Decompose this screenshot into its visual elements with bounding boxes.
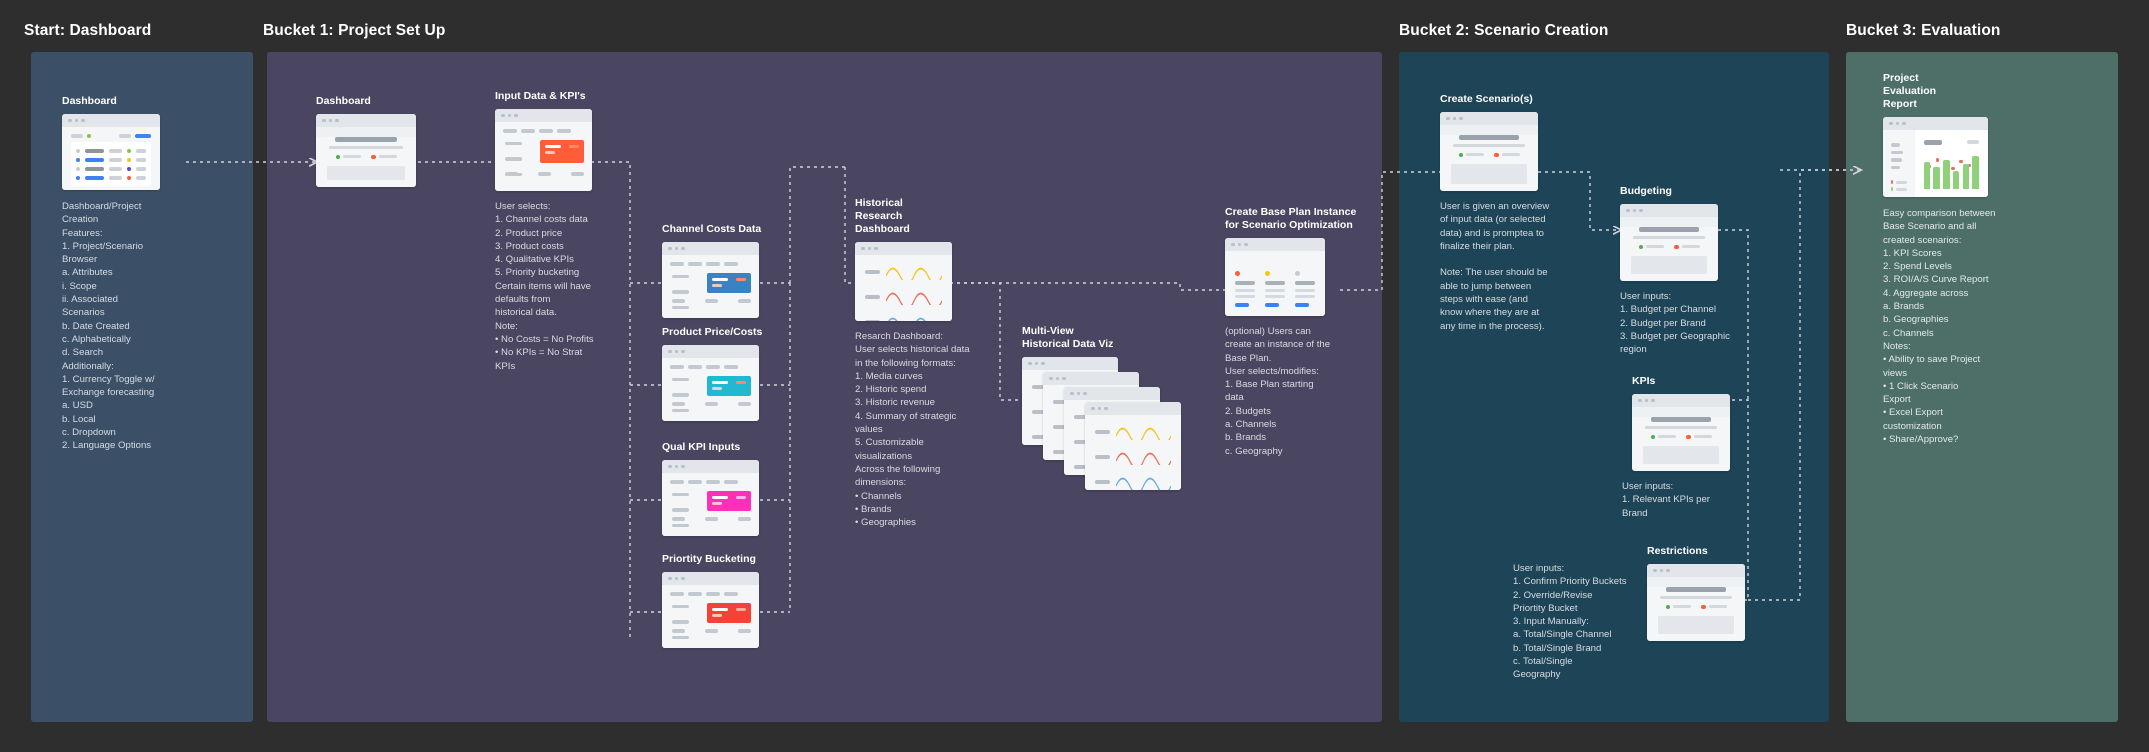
node-create-base-plan[interactable]: Create Base Plan Instance for Scenario O… xyxy=(1225,206,1375,458)
node-qual-kpi-inputs[interactable]: Qual KPI Inputs xyxy=(662,441,759,536)
node-title: Channel Costs Data xyxy=(662,223,762,235)
node-body-text: User inputs: 1. Relevant KPIs per Brand xyxy=(1622,481,1710,519)
node-title: Historical Research Dashboard xyxy=(855,197,910,235)
flowchart-canvas: Start: Dashboard Bucket 1: Project Set U… xyxy=(0,0,2149,752)
node-title: Product Price/Costs xyxy=(662,326,763,338)
dashboard-mock xyxy=(316,114,416,187)
node-start-dashboard[interactable]: Dashboard Dashboard/Project Creation Fea… xyxy=(62,95,230,453)
channel-costs-mock xyxy=(662,242,759,318)
window-controls xyxy=(62,114,160,127)
stacked-window-4 xyxy=(1085,402,1181,490)
node-title: KPIs xyxy=(1632,375,1656,387)
node-title: Input Data & KPI's xyxy=(495,90,586,102)
column-header-bucket-3: Bucket 3: Evaluation xyxy=(1846,22,2001,39)
budgeting-mock xyxy=(1620,204,1718,281)
priority-bucketing-mock xyxy=(662,572,759,648)
column-header-bucket-2: Bucket 2: Scenario Creation xyxy=(1399,22,1609,39)
window-controls xyxy=(495,109,592,122)
window-controls xyxy=(316,114,416,127)
node-budgeting[interactable]: Budgeting User inputs: 1. Budget per Cha… xyxy=(1620,185,1770,356)
node-title: Qual KPI Inputs xyxy=(662,441,741,453)
node-body-text: Dashboard/Project Creation Features: 1. … xyxy=(62,201,155,452)
node-title: Multi-View Historical Data Viz xyxy=(1022,325,1114,350)
research-dashboard-mock xyxy=(855,242,952,321)
product-price-mock xyxy=(662,345,759,421)
multi-view-stack xyxy=(1022,357,1182,490)
node-project-evaluation-report[interactable]: Project Evaluation Report Easy compariso… xyxy=(1883,72,2073,446)
window-controls xyxy=(1620,204,1718,217)
bar-series xyxy=(1923,151,1980,189)
window-controls xyxy=(662,460,759,473)
node-body-text: Resarch Dashboard: User selects historic… xyxy=(855,331,970,529)
window-controls xyxy=(662,242,759,255)
kpis-mock xyxy=(1632,394,1730,471)
node-body-text: User inputs: 1. Budget per Channel 2. Bu… xyxy=(1620,291,1730,356)
column-header-bucket-1: Bucket 1: Project Set Up xyxy=(263,22,446,39)
window-controls xyxy=(662,345,759,358)
window-controls xyxy=(1883,117,1988,130)
node-input-data-kpis[interactable]: Input Data & KPI's User selects: 1. Chan… xyxy=(495,90,660,373)
window-controls xyxy=(1225,238,1325,251)
node-body-text: Easy comparison between Base Scenario an… xyxy=(1883,208,1996,446)
window-controls xyxy=(855,242,952,255)
node-bucket1-dashboard[interactable]: Dashboard xyxy=(316,95,436,187)
node-product-price-costs[interactable]: Product Price/Costs xyxy=(662,326,762,421)
node-title: Dashboard xyxy=(62,95,117,107)
node-multi-view-historical-data-viz[interactable]: Multi-View Historical Data Viz xyxy=(1022,325,1192,490)
window-controls xyxy=(1632,394,1730,407)
node-title: Create Base Plan Instance for Scenario O… xyxy=(1225,206,1357,231)
window-controls xyxy=(1440,112,1538,125)
node-channel-costs-data[interactable]: Channel Costs Data xyxy=(662,223,761,318)
node-title: Create Scenario(s) xyxy=(1440,93,1533,105)
node-body-text: (optional) Users can create an instance … xyxy=(1225,326,1331,457)
node-title: Dashboard xyxy=(316,95,371,107)
create-scenario-mock xyxy=(1440,112,1538,191)
node-kpis[interactable]: KPIs User inputs: 1. Relevant KPIs per B… xyxy=(1622,375,1782,520)
window-controls xyxy=(662,572,759,585)
node-priority-bucketing[interactable]: Priortity Bucketing xyxy=(662,553,759,648)
evaluation-report-mock xyxy=(1883,117,1988,197)
node-body-text: User is given an overview of input data … xyxy=(1440,201,1550,332)
dashboard-mock xyxy=(62,114,160,190)
node-body-text: User selects: 1. Channel costs data 2. P… xyxy=(495,201,594,372)
qual-kpi-mock xyxy=(662,460,759,536)
column-header-start: Start: Dashboard xyxy=(24,22,152,39)
node-title: Restrictions xyxy=(1647,545,1708,557)
node-create-scenarios[interactable]: Create Scenario(s) User is given an over… xyxy=(1440,93,1565,333)
node-title: Budgeting xyxy=(1620,185,1672,197)
base-plan-mock xyxy=(1225,238,1325,316)
restrictions-body-text: User inputs: 1. Confirm Priority Buckets… xyxy=(1513,563,1627,681)
node-title: Project Evaluation Report xyxy=(1883,72,1937,110)
node-title: Priortity Bucketing xyxy=(662,553,756,565)
input-data-mock xyxy=(495,109,592,191)
node-historical-research-dashboard[interactable]: Historical Research Dashboard Resarch Da… xyxy=(855,197,1005,529)
